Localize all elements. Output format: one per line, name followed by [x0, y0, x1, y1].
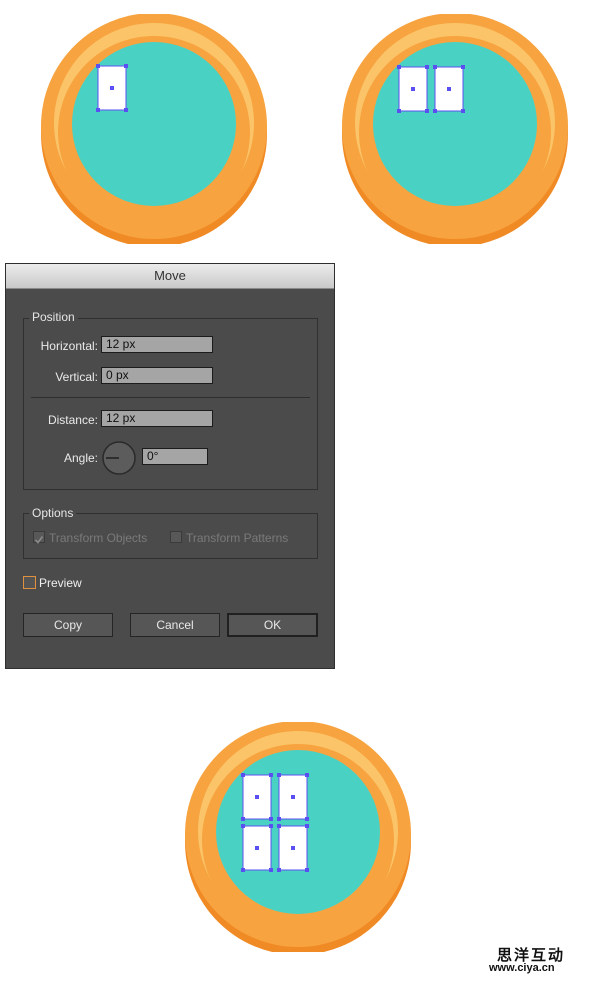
angle-input[interactable]: 0°	[142, 448, 208, 465]
transform-patterns-label: Transform Patterns	[186, 531, 289, 545]
selected-card-bottom-right[interactable]	[277, 824, 309, 872]
selected-card[interactable]	[96, 64, 128, 112]
transform-objects-checkbox[interactable]	[33, 531, 45, 544]
selected-card-right[interactable]	[433, 65, 465, 113]
distance-input[interactable]: 12 px	[101, 410, 213, 427]
circle-illustration-bottom	[185, 722, 411, 952]
selected-card-bottom-left[interactable]	[241, 824, 273, 872]
transform-patterns-checkbox[interactable]	[170, 531, 182, 543]
vertical-input[interactable]: 0 px	[101, 367, 213, 384]
options-group-title: Options	[29, 506, 77, 520]
vertical-label: Vertical:	[55, 370, 98, 384]
selected-card-top-right[interactable]	[277, 773, 309, 821]
dialog-title: Move	[6, 264, 334, 289]
transform-objects-label: Transform Objects	[49, 531, 148, 545]
selected-card-left[interactable]	[397, 65, 429, 113]
angle-label: Angle:	[63, 451, 98, 465]
preview-label: Preview	[39, 576, 82, 590]
ok-button[interactable]: OK	[227, 613, 318, 637]
preview-checkbox[interactable]	[23, 576, 36, 589]
selected-card-top-left[interactable]	[241, 773, 273, 821]
position-separator	[31, 397, 310, 398]
circle-illustration-top-left	[41, 14, 267, 244]
angle-dial[interactable]	[101, 440, 137, 476]
move-dialog: Move Position Horizontal: 12 px Vertical…	[5, 263, 335, 669]
horizontal-input[interactable]: 12 px	[101, 336, 213, 353]
watermark-url: www.ciya.cn	[489, 962, 555, 974]
circle-illustration-top-right	[342, 14, 568, 244]
position-group-title: Position	[29, 310, 78, 324]
copy-button[interactable]: Copy	[23, 613, 113, 637]
horizontal-label: Horizontal:	[40, 339, 98, 353]
distance-label: Distance:	[47, 413, 98, 427]
checkmark-icon	[34, 536, 44, 544]
cancel-button[interactable]: Cancel	[130, 613, 220, 637]
